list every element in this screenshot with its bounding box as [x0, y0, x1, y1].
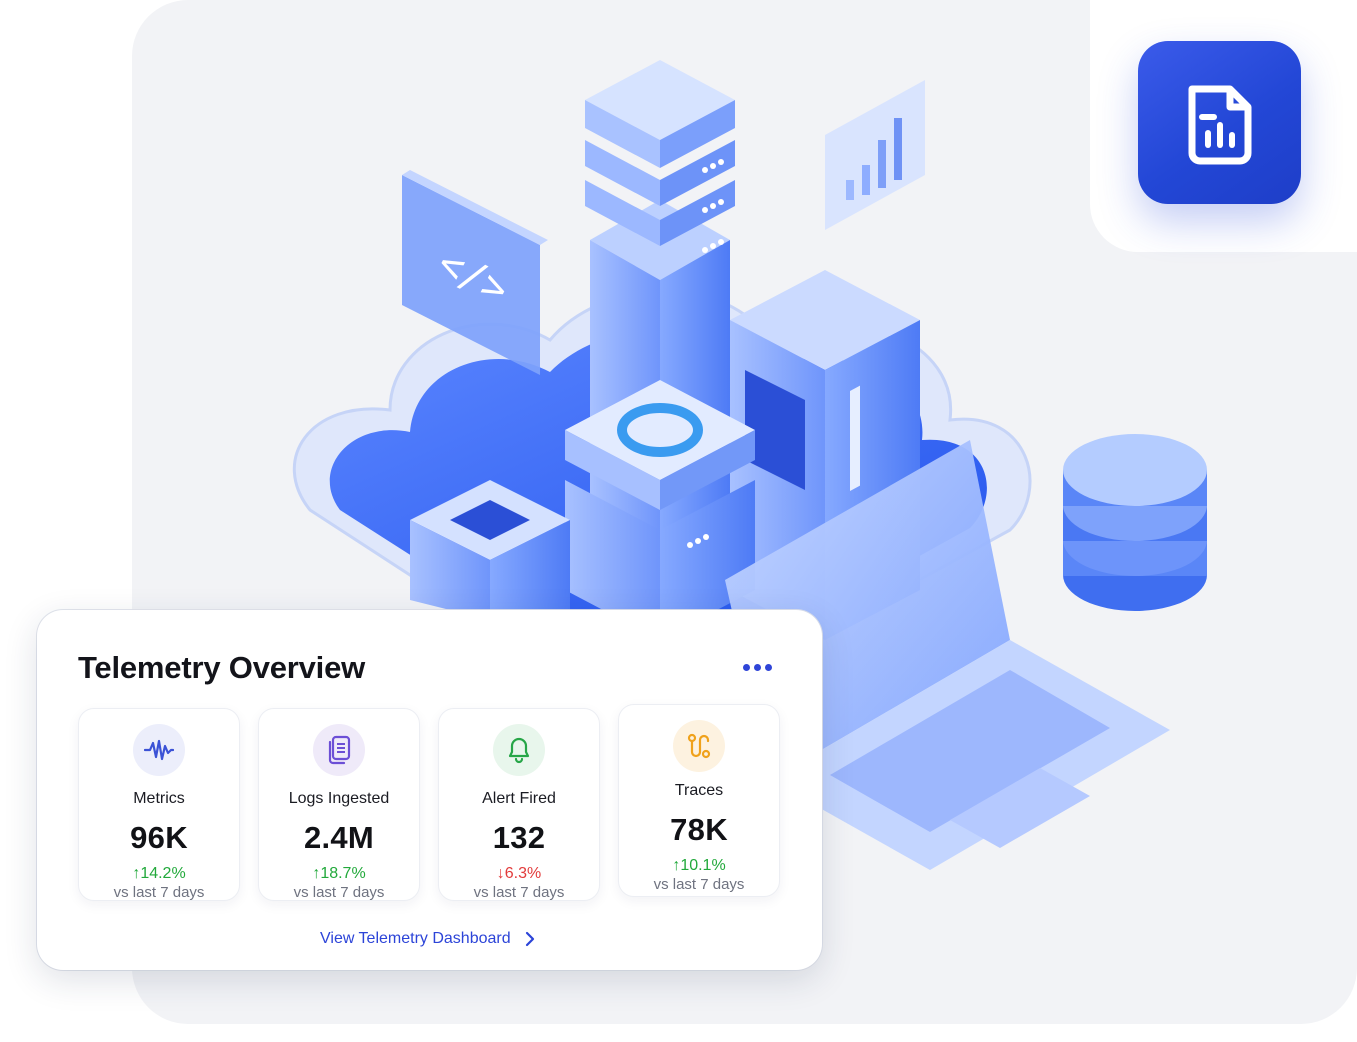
- stat-delta-value: 18.7%: [320, 865, 366, 882]
- more-options-button[interactable]: [737, 656, 777, 678]
- stat-comparison: vs last 7 days: [473, 884, 565, 901]
- stat-delta-value: 6.3%: [504, 865, 542, 882]
- stat-delta: ↑18.7%: [259, 865, 419, 883]
- stat-label: Alert Fired: [482, 790, 556, 807]
- stat-delta: ↓6.3%: [439, 865, 599, 883]
- stat-card-metrics[interactable]: Metrics 96K ↑14.2% vs last 7 days: [78, 708, 240, 901]
- arrow-down-icon: ↓: [496, 865, 505, 882]
- document-icon: [313, 724, 365, 776]
- stat-delta-value: 10.1%: [680, 857, 726, 874]
- stat-label: Logs Ingested: [288, 790, 390, 807]
- waveform-icon: [133, 724, 185, 776]
- bell-icon: [493, 724, 545, 776]
- view-dashboard-label: View Telemetry Dashboard: [320, 930, 511, 947]
- view-dashboard-link[interactable]: View Telemetry Dashboard: [320, 930, 535, 948]
- stat-card-alert-fired[interactable]: Alert Fired 132 ↓6.3% vs last 7 days: [438, 708, 600, 901]
- stat-comparison: vs last 7 days: [653, 876, 745, 893]
- bar-chart-panel: [825, 80, 925, 230]
- stat-value: 78K: [670, 812, 728, 847]
- route-icon: [673, 720, 725, 772]
- stat-comparison: vs last 7 days: [113, 884, 205, 901]
- more-dot: [764, 663, 772, 671]
- stat-value: 132: [492, 820, 546, 855]
- stat-label: Metrics: [133, 790, 185, 807]
- chevron-right-icon: [525, 931, 534, 947]
- card-title: Telemetry Overview: [78, 650, 366, 685]
- stat-delta: ↑10.1%: [619, 857, 779, 875]
- more-dot: [753, 663, 761, 671]
- stat-card-logs-ingested[interactable]: Logs Ingested 2.4M ↑18.7% vs last 7 days: [258, 708, 420, 901]
- stat-value: 96K: [130, 820, 188, 855]
- stat-delta-value: 14.2%: [140, 865, 186, 882]
- stat-delta: ↑14.2%: [79, 865, 239, 883]
- stat-comparison: vs last 7 days: [293, 884, 385, 901]
- stat-label: Traces: [674, 782, 724, 799]
- donut-server: [565, 380, 755, 640]
- database-stack: [1063, 434, 1207, 611]
- stat-value: 2.4M: [303, 820, 375, 855]
- more-dot: [742, 663, 750, 671]
- stat-card-traces[interactable]: Traces 78K ↑10.1% vs last 7 days: [618, 704, 780, 897]
- telemetry-overview-card: Telemetry Overview Metrics 96K ↑14.2% vs…: [37, 610, 822, 970]
